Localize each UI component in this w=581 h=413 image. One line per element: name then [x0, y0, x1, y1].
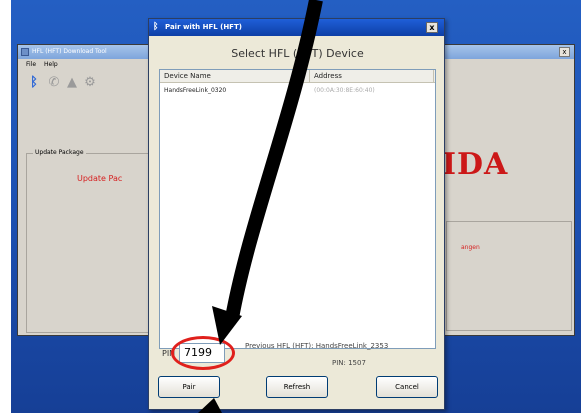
close-icon[interactable]: x	[559, 47, 570, 57]
status-group: angen	[446, 221, 572, 331]
update-package-text: Update Pac	[77, 174, 123, 183]
highlight-circle	[171, 336, 235, 370]
lock-icon[interactable]: ▲	[64, 75, 80, 91]
bluetooth-icon: ᛒ	[153, 22, 159, 32]
column-header-address[interactable]: Address	[310, 70, 434, 83]
device-list[interactable]: Device Name Address HandsFreeLink_0320 (…	[159, 69, 436, 349]
dialog-title: Pair with HFL (HFT)	[165, 23, 242, 31]
cancel-button[interactable]: Cancel	[376, 376, 438, 398]
update-package-group: Update Package Update Pac	[26, 149, 160, 333]
list-item[interactable]: HandsFreeLink_0320 (00:0A:30:8E:60:40)	[160, 85, 435, 97]
app-icon	[21, 48, 29, 56]
pair-button[interactable]: Pair	[158, 376, 220, 398]
phone-icon[interactable]: ✆	[46, 75, 62, 91]
column-header-device-name[interactable]: Device Name	[160, 70, 310, 83]
device-name-cell: HandsFreeLink_0320	[164, 87, 227, 94]
group-label: Update Package	[33, 149, 86, 156]
background-window-title: HFL (HFT) Download Tool	[32, 48, 107, 55]
menu-file[interactable]: File	[26, 59, 36, 71]
menu-help[interactable]: Help	[44, 59, 58, 71]
screenshot: HFL (HFT) Download Tool x File Help ᛒ ✆ …	[0, 0, 581, 413]
dialog-heading: Select HFL (HFT) Device	[231, 47, 364, 60]
status-text: angen	[461, 244, 480, 251]
dialog-title-bar[interactable]: ᛒ Pair with HFL (HFT) x	[149, 19, 444, 36]
pair-dialog: ᛒ Pair with HFL (HFT) x Select HFL (HFT)…	[148, 18, 445, 410]
device-address-cell: (00:0A:30:8E:60:40)	[314, 87, 375, 94]
gear-icon[interactable]: ⚙	[82, 75, 98, 91]
brand-logo: IDA	[442, 147, 509, 182]
close-icon[interactable]: x	[426, 22, 438, 33]
previous-pin-text: PIN: 1507	[332, 359, 366, 367]
refresh-button[interactable]: Refresh	[266, 376, 328, 398]
bluetooth-icon[interactable]: ᛒ	[26, 75, 42, 91]
list-header: Device Name Address	[160, 70, 435, 83]
previous-device-text: Previous HFL (HFT): HandsFreeLink_2353	[245, 342, 389, 350]
